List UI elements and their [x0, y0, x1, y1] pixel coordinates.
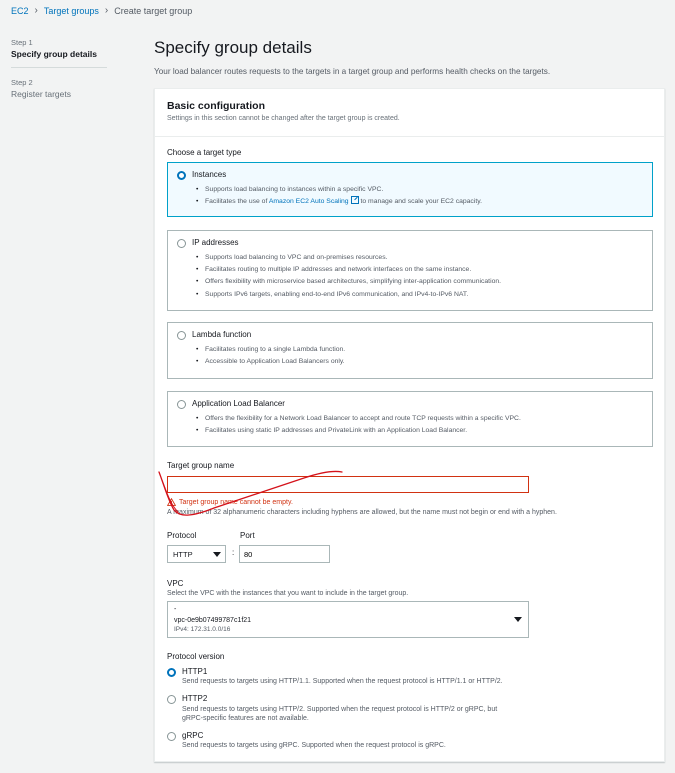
breadcrumb-current: Create target group	[114, 5, 193, 16]
bullet: Facilitates using static IP addresses an…	[196, 425, 521, 437]
tile-title: Instances	[192, 170, 227, 179]
error-message: Target group name cannot be empty.	[167, 498, 293, 506]
warning-icon	[167, 498, 176, 506]
auto-scaling-link[interactable]: Amazon EC2 Auto Scaling	[269, 198, 349, 205]
radio-grpc[interactable]	[167, 732, 176, 741]
radio-http1[interactable]	[167, 668, 176, 677]
bullet: Supports IPv6 targets, enabling end-to-e…	[196, 289, 501, 301]
protocol-label: Protocol	[167, 531, 197, 540]
target-type-label: Choose a target type	[167, 148, 242, 157]
target-type-ip-tile[interactable]: IP addresses Supports load balancing to …	[167, 230, 653, 311]
bullet: Supports load balancing to instances wit…	[196, 184, 482, 196]
chevron-right-icon: ›	[34, 5, 38, 16]
radio-ip-addresses[interactable]	[177, 239, 186, 248]
step-number: Step 1	[11, 38, 33, 47]
tile-title: Lambda function	[192, 330, 252, 339]
vpc-id: vpc-0e9b07499787c1f21	[174, 617, 252, 624]
step-1: Step 1 Specify group details	[11, 38, 107, 59]
step-label: Register targets	[11, 89, 71, 99]
page-title: Specify group details	[154, 38, 312, 57]
target-group-name-hint: A maximum of 32 alphanumeric characters …	[167, 509, 557, 516]
error-text: Target group name cannot be empty.	[179, 498, 293, 506]
target-type-lambda-tile[interactable]: Lambda function Facilitates routing to a…	[167, 322, 653, 379]
http1-title: HTTP1	[182, 667, 208, 676]
vpc-cidr: IPv4: 172.31.0.0/16	[174, 626, 231, 633]
http2-description-line1: Send requests to targets using HTTP/2. S…	[182, 706, 498, 713]
tile-bullets: Facilitates routing to a single Lambda f…	[196, 344, 345, 368]
bullet: Accessible to Application Load Balancers…	[196, 356, 345, 368]
grpc-description: Send requests to targets using gRPC. Sup…	[182, 742, 446, 749]
breadcrumb-ec2[interactable]: EC2	[11, 6, 29, 16]
target-type-alb-tile[interactable]: Application Load Balancer Offers the fle…	[167, 391, 653, 447]
bullet: Facilitates the use of Amazon EC2 Auto S…	[196, 196, 483, 208]
bullet-text: to manage and scale your EC2 capacity.	[360, 198, 483, 206]
caret-down-icon	[213, 552, 221, 557]
http2-title: HTTP2	[182, 694, 208, 703]
port-separator: :	[232, 548, 235, 557]
panel-title: Basic configuration	[167, 100, 266, 112]
chevron-right-icon: ›	[104, 5, 109, 16]
http1-description: Send requests to targets using HTTP/1.1.…	[182, 678, 503, 685]
target-group-name-input[interactable]	[167, 476, 529, 493]
bullet: Supports load balancing to VPC and on-pr…	[196, 252, 501, 264]
bullet: Offers flexibility with microservice bas…	[196, 276, 501, 288]
step-number: Step 2	[11, 78, 33, 87]
grpc-title: gRPC	[182, 731, 204, 740]
breadcrumb-target-groups[interactable]: Target groups	[44, 6, 99, 16]
protocol-value: HTTP	[173, 550, 193, 559]
step-2[interactable]: Step 2 Register targets	[11, 78, 107, 99]
tile-bullets: Offers the flexibility for a Network Loa…	[196, 413, 521, 437]
page-description: Your load balancer routes requests to th…	[154, 67, 551, 76]
radio-instances[interactable]	[177, 171, 186, 180]
radio-lambda[interactable]	[177, 331, 186, 340]
target-group-name-label: Target group name	[167, 461, 235, 470]
http2-description-line2: gRPC-specific features are not available…	[182, 715, 309, 722]
vpc-name: -	[174, 606, 177, 613]
wizard-steps: Step 1 Specify group details Step 2 Regi…	[11, 38, 107, 99]
step-divider	[11, 67, 107, 68]
port-input[interactable]	[239, 545, 330, 563]
protocol-select[interactable]: HTTP	[167, 545, 226, 563]
bullet: Facilitates routing to a single Lambda f…	[196, 344, 345, 356]
tile-title: IP addresses	[192, 238, 239, 247]
radio-alb[interactable]	[177, 400, 186, 409]
basic-configuration-panel: Basic configuration Settings in this sec…	[154, 88, 665, 762]
radio-http2[interactable]	[167, 695, 176, 704]
protocol-version-label: Protocol version	[167, 652, 225, 661]
port-label: Port	[240, 531, 255, 540]
vpc-description: Select the VPC with the instances that y…	[167, 590, 409, 597]
panel-header: Basic configuration Settings in this sec…	[155, 89, 664, 137]
target-type-instances-tile[interactable]: Instances Supports load balancing to ins…	[167, 162, 653, 217]
step-label: Specify group details	[11, 49, 97, 59]
bullet-text: Facilitates the use of	[205, 198, 268, 206]
tile-bullets: Supports load balancing to VPC and on-pr…	[196, 252, 501, 301]
tile-title: Application Load Balancer	[192, 399, 285, 408]
breadcrumb: EC2 › Target groups › Create target grou…	[11, 5, 192, 16]
bullet: Facilitates routing to multiple IP addre…	[196, 264, 501, 276]
vpc-label: VPC	[167, 579, 184, 588]
vpc-select[interactable]: - vpc-0e9b07499787c1f21 IPv4: 172.31.0.0…	[167, 601, 529, 638]
caret-down-icon	[514, 617, 522, 622]
external-link-icon	[350, 196, 359, 205]
panel-subtitle: Settings in this section cannot be chang…	[167, 115, 400, 122]
tile-bullets: Supports load balancing to instances wit…	[196, 184, 483, 208]
bullet: Offers the flexibility for a Network Loa…	[196, 413, 521, 425]
